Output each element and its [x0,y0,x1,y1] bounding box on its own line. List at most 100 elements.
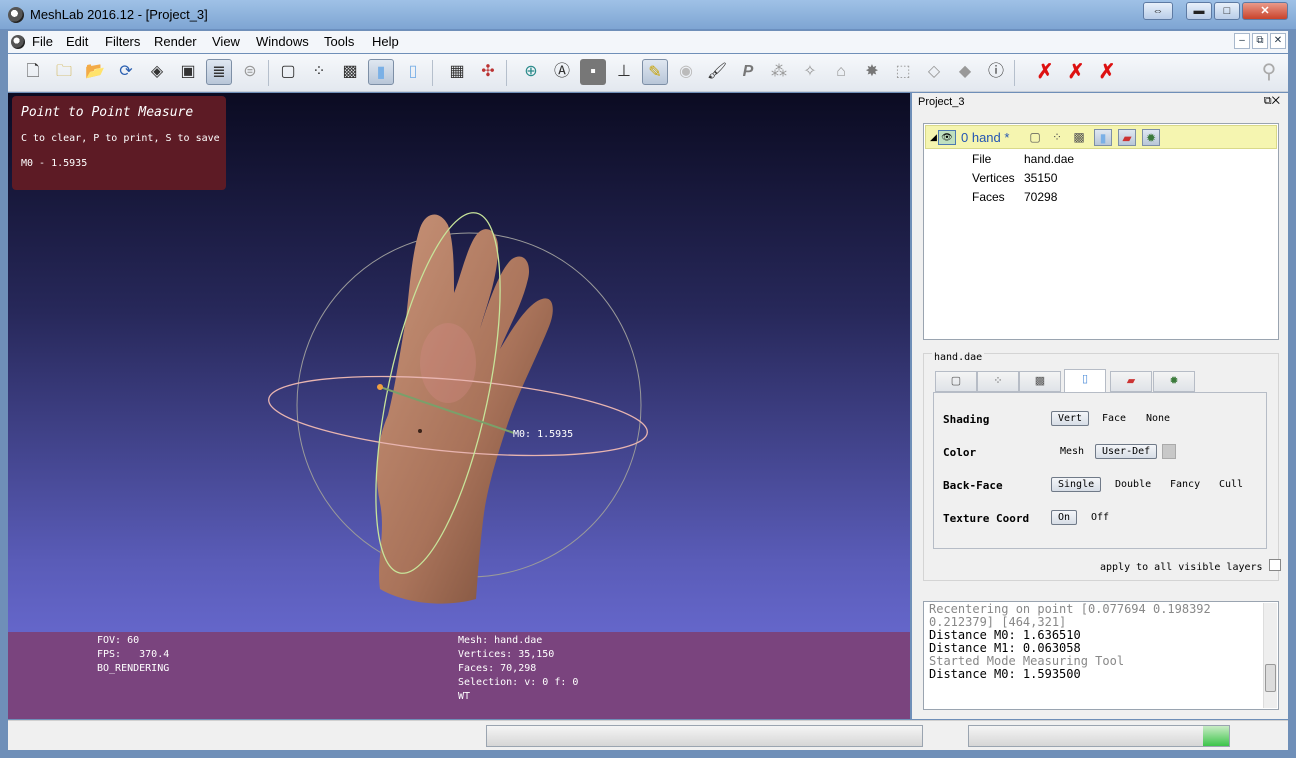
save-icon[interactable]: ◈ [144,59,170,85]
vertices-count-text: Vertices: 35,150 [458,649,555,660]
shading-none-button[interactable]: None [1146,413,1170,424]
backface-cull-button[interactable]: Cull [1219,479,1243,490]
delete-vertex-icon[interactable]: ✗ [1094,59,1120,85]
new-project-icon[interactable]: 🗋 [20,59,46,85]
selection-text: Selection: v: 0 f: 0 [458,677,579,688]
color-mesh-button[interactable]: Mesh [1060,446,1084,457]
color-userdef-button[interactable]: User-Def [1095,444,1158,459]
float-panel-button[interactable]: ⧉✕ [1264,95,1280,108]
layer-row-hand[interactable]: ◢ 👁 0 hand * ▢ ⁘ ▩ ▮ ▰ ✹ [925,125,1277,149]
log-scroll-thumb[interactable] [1265,664,1276,692]
expand-arrow-icon[interactable]: ◢ [930,132,937,143]
edit-georef-icon[interactable]: ⌂ [828,59,854,85]
align-icon[interactable]: ⁂ [766,59,792,85]
delete-all-icon[interactable]: ✗ [1032,59,1058,85]
layer-name[interactable]: 0 hand * [961,130,1009,145]
points-icon[interactable]: ⁘ [1048,129,1066,146]
texture-coord-label: Texture Coord [943,512,1030,525]
restore-window-button[interactable]: ⇔ [1143,2,1173,20]
tab-bbox[interactable]: ▢ [935,371,977,392]
mdi-minimize-button[interactable]: – [1234,33,1250,49]
info-icon[interactable]: ⓘ [983,59,1009,85]
select-connected-icon[interactable]: ◆ [952,59,978,85]
sphere-trackball-icon[interactable]: ⊕ [518,59,544,85]
select-vertices-icon[interactable]: ⬚ [890,59,916,85]
layers-icon[interactable]: ≣ [206,59,232,85]
window-title: MeshLab 2016.12 - [Project_3] [30,7,208,22]
hand-mesh [376,214,553,604]
menu-filters[interactable]: Filters [105,34,140,49]
eye-visibility-icon[interactable]: 👁 [938,130,956,145]
wireframe-icon[interactable]: ▩ [1070,129,1088,146]
measure-help-text: C to clear, P to print, S to save [21,133,220,144]
menu-render[interactable]: Render [154,34,197,49]
menu-help[interactable]: Help [372,34,399,49]
annotation-icon[interactable]: Ⓐ [549,59,575,85]
delete-face-icon[interactable]: ✗ [1063,59,1089,85]
project-title: Project_3 [918,96,965,108]
clipping-icon[interactable]: ⊥ [611,59,637,85]
texture-icon[interactable]: ▰ [1118,129,1136,146]
backface-fancy-button[interactable]: Fancy [1170,479,1200,490]
menu-tools[interactable]: Tools [324,34,354,49]
log-window[interactable]: Recentering on point [0.077694 0.198392 0… [923,601,1279,710]
menu-edit[interactable]: Edit [66,34,88,49]
secondary-progress-bar [968,725,1230,747]
p-select-icon[interactable]: P [735,59,761,85]
shading-label: Shading [943,413,990,426]
flat-shading-icon[interactable]: ▮ [368,59,394,85]
decorate-icon[interactable]: ✹ [1142,129,1160,146]
render-options-group: hand.dae ▢ ⁘ ▩ ▯ ▰ ✹ Shading Vert Face N… [923,352,1281,581]
bbox-icon[interactable]: ▢ [275,59,301,85]
user-color-swatch[interactable] [1162,444,1176,459]
texcoord-on-button[interactable]: On [1051,510,1078,525]
menu-file[interactable]: File [32,34,53,49]
smooth-shading-icon[interactable]: ▯ [400,59,426,85]
decorate-icon[interactable]: ▦ [444,59,470,85]
minimize-window-button[interactable]: ▬ [1186,2,1212,20]
lock-icon[interactable]: ⊜ [237,59,263,85]
mdi-close-button[interactable]: ✕ [1270,33,1286,49]
tab-points[interactable]: ⁘ [977,371,1019,392]
snapshot-icon[interactable]: ▣ [175,59,201,85]
paint-select-icon[interactable]: ◉ [673,59,699,85]
backface-single-button[interactable]: Single [1051,477,1102,492]
mdi-restore-button[interactable]: ⧉ [1252,33,1268,49]
flat-shading-icon[interactable]: ▮ [1094,129,1112,146]
texture-icon[interactable]: ▪ [580,59,606,85]
tab-decorate[interactable]: ✹ [1153,371,1195,392]
vertices-value: 35150 [1024,171,1058,185]
maximize-window-button[interactable]: □ [1214,2,1240,20]
log-scrollbar[interactable] [1263,603,1277,708]
document-icon[interactable] [11,35,25,49]
shading-face-button[interactable]: Face [1102,413,1126,424]
points-icon[interactable]: ⁘ [306,59,332,85]
apply-all-checkbox[interactable] [1269,559,1281,571]
window-titlebar[interactable]: MeshLab 2016.12 - [Project_3] ⇔ ▬ □ ✕ [0,0,1296,30]
tab-wireframe[interactable]: ▩ [1019,371,1061,392]
tab-solid[interactable]: ▯ [1064,369,1106,393]
bbox-icon[interactable]: ▢ [1026,129,1044,146]
axis-icon[interactable]: ✣ [475,59,501,85]
manipulate-icon[interactable]: ✧ [797,59,823,85]
menu-view[interactable]: View [212,34,240,49]
select-faces-icon[interactable]: ◇ [921,59,947,85]
star-icon[interactable]: ✸ [859,59,885,85]
texcoord-off-button[interactable]: Off [1091,512,1109,523]
measure-value-label: M0: 1.5935 [513,429,574,440]
reload-icon[interactable]: ⟳ [113,59,139,85]
tab-texture[interactable]: ▰ [1110,371,1152,392]
close-window-button[interactable]: ✕ [1242,2,1288,20]
faces-label: Faces [972,190,1005,204]
backface-double-button[interactable]: Double [1115,479,1151,490]
open-project-icon[interactable]: 🗀 [51,59,77,85]
shading-vert-button[interactable]: Vert [1051,411,1090,426]
3d-viewport[interactable]: M0: 1.5935 Point to Point Measure C to c… [8,93,910,719]
search-icon[interactable]: ⚲ [1256,59,1282,85]
wireframe-icon[interactable]: ▩ [337,59,363,85]
viewport-info-bar: FOV: 60 FPS: 370.4 BO_RENDERING Mesh: ha… [8,632,910,719]
open-mesh-icon[interactable]: 📂 [82,59,108,85]
brush-icon[interactable]: 🖌 [704,59,730,85]
point-to-point-measure-icon[interactable]: ✎ [642,59,668,85]
menu-windows[interactable]: Windows [256,34,309,49]
